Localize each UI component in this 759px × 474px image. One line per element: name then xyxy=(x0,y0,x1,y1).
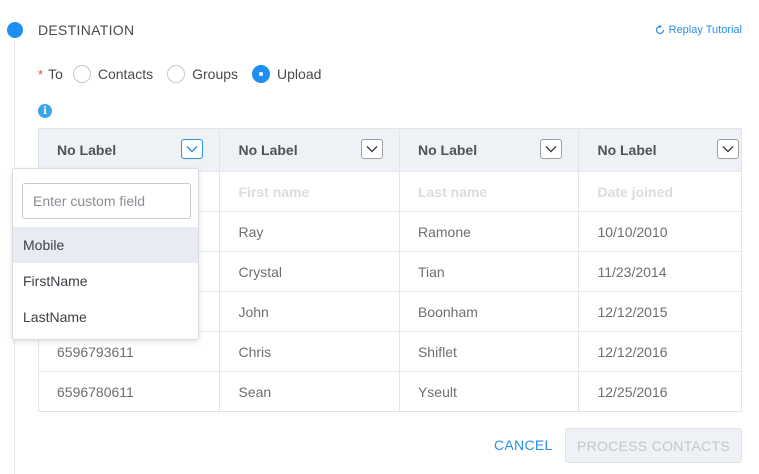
column-header: No Label xyxy=(398,129,578,171)
table-row: 6596780611 Sean Yseult 12/25/2016 xyxy=(39,371,741,411)
radio-groups[interactable]: Groups xyxy=(167,65,238,83)
table-cell: Last name xyxy=(398,172,578,211)
destination-type-row: * To Contacts Groups Upload xyxy=(38,64,335,84)
column-label: No Label xyxy=(417,142,478,158)
table-cell: Ray xyxy=(219,212,398,251)
column-header: No Label xyxy=(578,129,741,171)
process-contacts-button[interactable]: PROCESS CONTACTS xyxy=(565,428,742,463)
radio-contacts[interactable]: Contacts xyxy=(72,65,154,83)
dropdown-option-firstname[interactable]: FirstName xyxy=(13,263,198,299)
column-dropdown-button[interactable] xyxy=(540,139,563,159)
table-cell: Boonham xyxy=(398,292,578,331)
step-indicator-dot xyxy=(7,22,23,38)
table-cell: John xyxy=(219,292,398,331)
column-dropdown-button[interactable] xyxy=(360,139,383,159)
radio-circle xyxy=(167,65,186,83)
chevron-down-icon xyxy=(545,146,557,153)
radio-upload[interactable]: Upload xyxy=(252,65,321,83)
radio-circle-checked xyxy=(252,65,271,83)
column-mapping-dropdown: Mobile FirstName LastName xyxy=(12,168,199,340)
replay-tutorial-label: Replay Tutorial xyxy=(668,24,742,36)
table-cell: Tian xyxy=(398,252,578,291)
table-header-row: No Label No Label No Label No Label xyxy=(39,129,741,171)
chevron-down-icon xyxy=(366,146,378,153)
chevron-down-icon xyxy=(186,146,198,153)
table-cell: 10/10/2010 xyxy=(578,212,741,251)
radio-label: Groups xyxy=(192,66,239,82)
table-cell: 6596780611 xyxy=(57,383,134,400)
table-cell: Sean xyxy=(219,372,398,411)
table-cell: 11/23/2014 xyxy=(578,252,741,291)
table-cell: Shiflet xyxy=(398,332,578,371)
column-label: No Label xyxy=(597,142,657,158)
column-label: No Label xyxy=(57,142,117,158)
refresh-icon xyxy=(655,25,664,35)
radio-label: Contacts xyxy=(97,66,154,82)
section-title: DESTINATION xyxy=(38,22,135,38)
table-cell: Ramone xyxy=(398,212,578,251)
table-cell: Date joined xyxy=(578,172,741,211)
table-cell: 12/25/2016 xyxy=(578,372,741,411)
column-label: No Label xyxy=(238,142,298,158)
radio-circle xyxy=(72,65,91,83)
column-header: No Label xyxy=(39,129,219,171)
table-cell: Crystal xyxy=(219,252,398,291)
radio-label: Upload xyxy=(277,66,322,82)
column-dropdown-button[interactable] xyxy=(717,139,739,159)
chevron-down-icon xyxy=(722,146,734,153)
required-marker: * xyxy=(38,66,44,82)
to-label: To xyxy=(48,66,63,82)
dropdown-option-mobile[interactable]: Mobile xyxy=(13,227,198,263)
column-header: No Label xyxy=(219,129,398,171)
cancel-button[interactable]: CANCEL xyxy=(494,437,553,453)
info-icon[interactable]: i xyxy=(38,104,52,118)
replay-tutorial-link[interactable]: Replay Tutorial xyxy=(655,24,742,36)
table-cell: Chris xyxy=(219,332,398,371)
table-cell: 12/12/2015 xyxy=(578,292,741,331)
table-cell: 12/12/2016 xyxy=(578,332,741,371)
dropdown-option-lastname[interactable]: LastName xyxy=(13,299,198,335)
column-dropdown-button[interactable] xyxy=(181,139,204,159)
table-cell: Yseult xyxy=(398,372,578,411)
custom-field-input[interactable] xyxy=(22,183,191,219)
table-cell: First name xyxy=(219,172,398,211)
